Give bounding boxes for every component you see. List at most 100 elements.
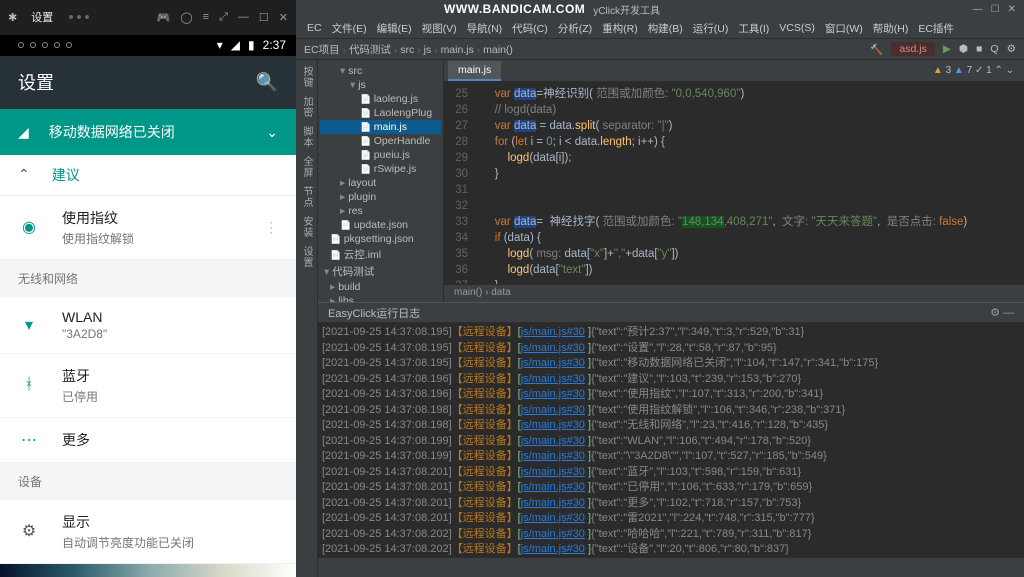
debug-icon[interactable]: ⬢ (959, 43, 968, 55)
gear-icon[interactable]: ⚙ — (990, 306, 1014, 319)
code-editor[interactable]: 25262728293031323334353637383940 var dat… (444, 82, 1024, 284)
shrink-icon[interactable]: ⤢ (219, 11, 228, 24)
tree-node[interactable]: 代码测试 (320, 263, 441, 280)
tree-node[interactable]: OperHandle (320, 134, 441, 148)
ide-titlebar: WWW.BANDICAM.COM yClick开发工具 — ☐ ✕ (296, 0, 1024, 18)
log-link[interactable]: js/main.js#30 (521, 419, 585, 431)
row-display[interactable]: ⚙ 显示 自动调节亮度功能已关闭 (0, 500, 296, 564)
tree-node[interactable]: layout (320, 176, 441, 190)
menu-item[interactable]: 工具(I) (735, 19, 772, 38)
menu-item[interactable]: 视图(V) (419, 19, 460, 38)
gutter-button[interactable]: 脚本 (299, 126, 314, 148)
maximize-icon[interactable]: ☐ (991, 4, 1000, 15)
tree-node[interactable]: js (320, 78, 441, 92)
code-area[interactable]: var data=神经识别( 范围或加颜色: "0,0,540,960") //… (474, 82, 1024, 284)
log-link[interactable]: js/main.js#30 (521, 543, 585, 555)
log-link[interactable]: js/main.js#30 (521, 326, 585, 338)
gutter-button[interactable]: 设置 (299, 246, 314, 268)
data-off-banner[interactable]: ◢ 移动数据网络已关闭 ⌄ (0, 109, 296, 155)
chevron-up-icon: ⌃ (18, 166, 30, 183)
console-output[interactable]: [2021-09-25 14:37:08.195]【远程设备】[js/main.… (318, 323, 1024, 557)
suggestion-header[interactable]: ⌃ 建议 (0, 155, 296, 195)
menu-icon[interactable]: ≡ (203, 11, 209, 24)
menu-item[interactable]: VCS(S) (776, 20, 818, 36)
log-link[interactable]: js/main.js#30 (521, 435, 585, 447)
tree-node[interactable]: pkgsetting.json (320, 232, 441, 246)
user-icon[interactable]: ◯ (180, 11, 192, 24)
log-link[interactable]: js/main.js#30 (521, 481, 585, 493)
tree-node[interactable]: main.js (320, 120, 441, 134)
menu-item[interactable]: EC插件 (915, 19, 957, 38)
tab-mainjs[interactable]: main.js (448, 61, 501, 81)
search-icon[interactable]: 🔍 (256, 72, 278, 93)
menu-item[interactable]: EC (304, 20, 325, 36)
log-link[interactable]: js/main.js#30 (521, 466, 585, 478)
close-icon[interactable]: ✕ (1008, 4, 1016, 15)
tree-node[interactable]: src (320, 64, 441, 78)
gutter-button[interactable]: 全屏 (299, 156, 314, 178)
emulator-tab-title[interactable]: 设置 (31, 9, 53, 25)
log-link[interactable]: js/main.js#30 (521, 388, 585, 400)
tree-node[interactable]: 云控.iml (320, 246, 441, 263)
menu-item[interactable]: 构建(B) (645, 19, 686, 38)
menu-item[interactable]: 导航(N) (464, 19, 506, 38)
tree-node[interactable]: libs (320, 294, 441, 302)
chevron-down-icon[interactable]: ⌄ (266, 124, 278, 141)
tree-node[interactable]: res (320, 204, 441, 218)
minimize-icon[interactable]: — (238, 11, 249, 24)
breadcrumb-seg[interactable]: main() (483, 44, 513, 56)
stop-icon[interactable]: ■ (976, 43, 982, 55)
gamepad-icon[interactable]: 🎮 (157, 11, 171, 24)
tree-node[interactable]: pueiu.js (320, 148, 441, 162)
tree-node[interactable]: laoleng.js (320, 92, 441, 106)
gear-icon: ⚙ (18, 521, 40, 541)
menu-item[interactable]: 代码(C) (509, 19, 551, 38)
breadcrumb-seg[interactable]: src (400, 44, 414, 56)
maximize-icon[interactable]: ☐ (259, 11, 269, 24)
breadcrumb-seg[interactable]: main.js (441, 44, 474, 56)
close-icon[interactable]: ✕ (279, 11, 288, 24)
tree-node[interactable]: plugin (320, 190, 441, 204)
log-link[interactable]: js/main.js#30 (521, 373, 585, 385)
row-fingerprint[interactable]: ◉ 使用指纹 使用指纹解锁 ⋮ (0, 196, 296, 260)
breadcrumb-bar[interactable]: main() › data (444, 284, 1024, 302)
tree-node[interactable]: update.json (320, 218, 441, 232)
row-more[interactable]: ⋯ 更多 (0, 418, 296, 463)
gutter-button[interactable]: 节点 (299, 186, 314, 208)
log-link[interactable]: js/main.js#30 (521, 450, 585, 462)
search-icon[interactable]: Q (990, 43, 998, 55)
log-link[interactable]: js/main.js#30 (521, 512, 585, 524)
menu-item[interactable]: 文件(E) (329, 19, 370, 38)
log-link[interactable]: js/main.js#30 (521, 342, 585, 354)
menu-item[interactable]: 运行(U) (690, 19, 732, 38)
log-link[interactable]: js/main.js#30 (521, 528, 585, 540)
breadcrumb-seg[interactable]: js (424, 44, 432, 56)
bug-icon: ✱ (8, 11, 17, 24)
run-config[interactable]: asd.js (891, 42, 934, 56)
menu-item[interactable]: 帮助(H) (870, 19, 912, 38)
project-tree[interactable]: srcjslaoleng.jsLaolengPlugmain.jsOperHan… (318, 60, 444, 302)
breadcrumb-seg[interactable]: EC项目 (304, 44, 340, 56)
log-link[interactable]: js/main.js#30 (521, 404, 585, 416)
hammer-icon[interactable]: 🔨 (870, 43, 883, 56)
menu-item[interactable]: 编辑(E) (374, 19, 415, 38)
run-button[interactable]: ▶ (943, 43, 951, 55)
row-wlan[interactable]: ▾ WLAN "3A2D8" (0, 297, 296, 354)
menu-item[interactable]: 重构(R) (599, 19, 641, 38)
gutter-button[interactable]: 加密 (299, 96, 314, 118)
gutter-button[interactable]: 安装 (299, 216, 314, 238)
breadcrumb-seg[interactable]: 代码测试 (349, 44, 391, 56)
tree-node[interactable]: rSwipe.js (320, 162, 441, 176)
row-bluetooth[interactable]: ᚼ 蓝牙 已停用 (0, 354, 296, 418)
menu-item[interactable]: 分析(Z) (555, 19, 595, 38)
tree-node[interactable]: LaolengPlug (320, 106, 441, 120)
menu-item[interactable]: 窗口(W) (822, 19, 866, 38)
more-icon[interactable]: ⋮ (264, 219, 278, 236)
gear-icon[interactable]: ⚙ (1007, 43, 1016, 55)
log-link[interactable]: js/main.js#30 (521, 357, 585, 369)
tree-node[interactable]: build (320, 280, 441, 294)
inspection-widget[interactable]: ▲ 3 ▲ 7 ✓ 1 ⌃ ⌄ (933, 65, 1024, 76)
log-link[interactable]: js/main.js#30 (521, 497, 585, 509)
gutter-button[interactable]: 按键 (299, 66, 314, 88)
minimize-icon[interactable]: — (973, 4, 983, 15)
